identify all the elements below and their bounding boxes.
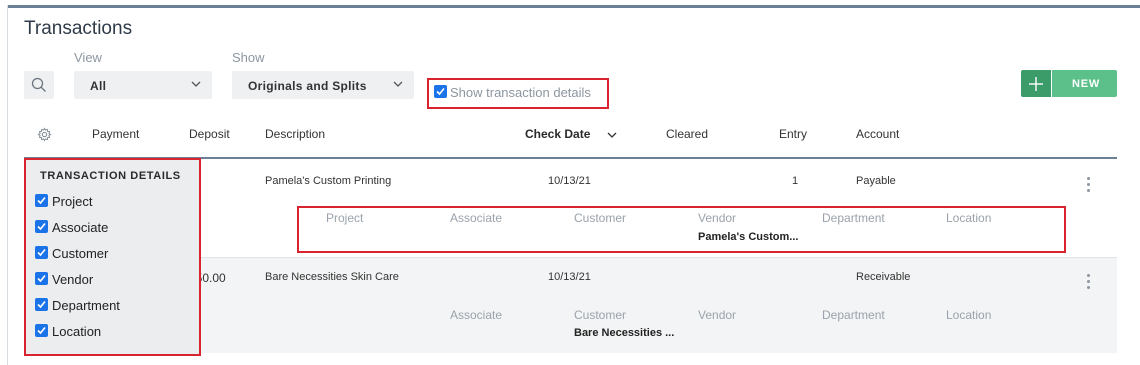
detail-toggle-label: Department	[52, 298, 120, 313]
gear-icon[interactable]	[37, 127, 52, 142]
chevron-down-icon	[191, 81, 201, 87]
checkbox[interactable]	[35, 324, 48, 337]
detail-toggle-label: Project	[52, 194, 93, 209]
view-label: View	[74, 50, 102, 65]
check-icon	[37, 248, 46, 257]
column-header-account[interactable]: Account	[856, 127, 899, 141]
detail-customer-value: Bare Necessities ...	[574, 327, 675, 339]
detail-toggle-label: Location	[52, 324, 102, 339]
check-icon	[37, 222, 46, 231]
view-select[interactable]: All	[74, 71, 212, 99]
row-menu-kebab-icon[interactable]	[1087, 274, 1091, 292]
new-button[interactable]: NEW	[1052, 70, 1117, 97]
check-icon	[37, 326, 46, 335]
checkbox[interactable]	[35, 246, 48, 259]
detail-customer-label: Customer	[574, 308, 627, 322]
check-icon	[37, 196, 46, 205]
row-entry: 1	[792, 175, 799, 187]
check-icon	[37, 274, 46, 283]
row-check-date: 10/13/21	[548, 175, 591, 187]
column-header-entry[interactable]: Entry	[779, 127, 807, 141]
checkbox[interactable]	[35, 272, 48, 285]
transactions-page: Transactions View Show All Originals and…	[0, 0, 1140, 365]
chevron-down-icon	[393, 81, 403, 87]
detail-associate-label: Associate	[450, 308, 503, 322]
left-edge	[7, 5, 8, 365]
search-icon	[31, 77, 46, 92]
show-select-value: Originals and Splits	[248, 79, 367, 93]
column-header-check-date[interactable]: Check Date	[525, 127, 590, 141]
detail-toggle-label: Customer	[52, 246, 109, 261]
detail-department-label: Department	[822, 308, 885, 322]
show-details-checkbox[interactable]	[434, 85, 447, 98]
transaction-details-highlight	[297, 206, 1066, 253]
show-select[interactable]: Originals and Splits	[232, 71, 414, 99]
detail-location-label: Location	[946, 308, 992, 322]
column-header-cleared[interactable]: Cleared	[666, 127, 708, 141]
plus-icon	[1029, 77, 1043, 91]
row-description[interactable]: Bare Necessities Skin Care	[265, 271, 399, 283]
show-details-label[interactable]: Show transaction details	[450, 85, 591, 100]
new-button-label: NEW	[1072, 78, 1101, 90]
column-header-deposit[interactable]: Deposit	[189, 127, 230, 141]
transaction-details-panel: TRANSACTION DETAILS Project Associate Cu…	[24, 158, 201, 356]
transaction-details-title: TRANSACTION DETAILS	[40, 170, 181, 182]
detail-toggle-label: Vendor	[52, 272, 94, 287]
column-header-description[interactable]: Description	[265, 127, 325, 141]
check-icon	[37, 300, 46, 309]
row-account: Receivable	[856, 271, 911, 283]
checkbox[interactable]	[35, 194, 48, 207]
chevron-down-icon[interactable]	[606, 129, 618, 141]
page-title: Transactions	[24, 18, 133, 39]
detail-toggle-label: Associate	[52, 220, 109, 235]
row-menu-kebab-icon[interactable]	[1087, 177, 1091, 195]
checkbox[interactable]	[35, 220, 48, 233]
detail-vendor-label: Vendor	[698, 308, 737, 322]
checkbox[interactable]	[35, 298, 48, 311]
top-border	[7, 5, 1140, 8]
search-button[interactable]	[24, 71, 54, 99]
row-account: Payable	[856, 175, 896, 187]
row-description[interactable]: Pamela's Custom Printing	[265, 175, 391, 187]
check-icon	[436, 87, 445, 96]
add-button[interactable]	[1021, 70, 1051, 97]
view-select-value: All	[90, 79, 107, 93]
show-label: Show	[232, 50, 265, 65]
column-header-payment[interactable]: Payment	[92, 127, 139, 141]
row-check-date: 10/13/21	[548, 271, 591, 283]
